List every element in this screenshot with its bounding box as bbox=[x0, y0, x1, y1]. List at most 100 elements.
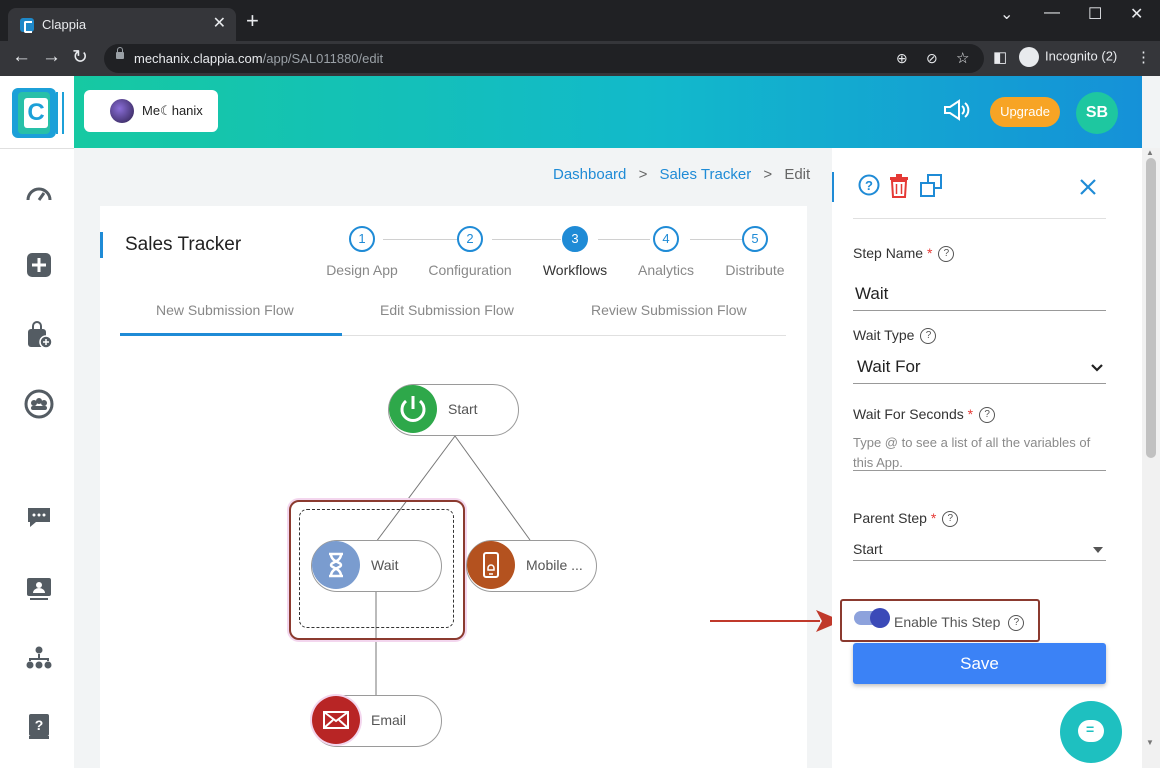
wait-type-select[interactable]: Wait For bbox=[853, 354, 1106, 382]
group-icon[interactable] bbox=[24, 389, 54, 419]
panel-header-divider bbox=[853, 218, 1106, 219]
incognito-indicator[interactable]: Incognito (2) bbox=[1019, 47, 1117, 67]
speedometer-icon[interactable] bbox=[24, 180, 54, 210]
step-properties-panel: ? Step Name *? Wait Type? Wait For Wait … bbox=[832, 148, 1142, 768]
help-circle-icon[interactable]: ? bbox=[858, 174, 880, 202]
lock-icon bbox=[116, 47, 124, 59]
help-icon[interactable]: ? bbox=[938, 246, 955, 263]
flow-node-start[interactable]: Start bbox=[388, 384, 519, 436]
url-text: mechanix.clappia.com/app/SAL011880/edit bbox=[134, 51, 384, 66]
new-tab-button[interactable]: + bbox=[246, 8, 259, 34]
reload-icon[interactable]: ↻ bbox=[72, 46, 88, 69]
address-bar[interactable]: mechanix.clappia.com/app/SAL011880/edit … bbox=[104, 44, 984, 73]
close-icon[interactable] bbox=[1079, 176, 1097, 202]
wait-seconds-input[interactable]: Type @ to see a list of all the variable… bbox=[853, 433, 1106, 473]
window-close-button[interactable]: ✕ bbox=[1130, 4, 1143, 24]
input-underline bbox=[853, 310, 1106, 311]
browser-menu-icon[interactable]: ⋮ bbox=[1136, 48, 1151, 66]
svg-text:?: ? bbox=[865, 178, 873, 193]
parent-step-select[interactable]: Start bbox=[853, 539, 1106, 561]
user-avatar[interactable]: SB bbox=[1076, 92, 1118, 134]
star-icon[interactable]: ☆ bbox=[956, 49, 969, 67]
back-arrow-icon[interactable]: ← bbox=[12, 46, 31, 68]
tab-close-icon[interactable]: ✕ bbox=[213, 13, 226, 33]
id-card-icon[interactable] bbox=[24, 573, 54, 603]
select-underline bbox=[853, 560, 1106, 561]
help-icon[interactable]: ? bbox=[979, 407, 996, 424]
incognito-icon bbox=[1019, 47, 1039, 67]
org-chart-icon[interactable] bbox=[24, 643, 54, 673]
shopping-bag-add-icon[interactable] bbox=[24, 320, 54, 350]
sidebar-divider bbox=[0, 148, 74, 149]
eye-off-icon[interactable]: ⊘ bbox=[926, 50, 938, 67]
enable-step-label: Enable This Step? bbox=[894, 614, 1025, 632]
chat-bubble-icon bbox=[1078, 720, 1104, 742]
announcements-megaphone-icon[interactable] bbox=[942, 98, 970, 128]
tab-search-icon[interactable]: ⌄ bbox=[1000, 4, 1013, 24]
breadcrumb-edit: Edit bbox=[784, 166, 811, 183]
help-icon[interactable]: ? bbox=[942, 511, 959, 528]
flow-node-wait[interactable]: Wait bbox=[311, 540, 442, 592]
chevron-down-icon bbox=[1091, 364, 1103, 372]
browser-tab[interactable]: Clappia ✕ bbox=[8, 8, 236, 41]
minimize-button[interactable]: — bbox=[1044, 4, 1060, 22]
step-name-input[interactable] bbox=[853, 280, 1110, 308]
toggle-knob bbox=[870, 608, 890, 628]
select-underline bbox=[853, 383, 1106, 384]
app-header: Me☾hanix Upgrade SB bbox=[74, 76, 1142, 148]
side-panel-icon[interactable]: ◧ bbox=[993, 48, 1007, 66]
app-sidebar: C ? bbox=[0, 76, 74, 768]
panel-accent-bar bbox=[832, 172, 834, 202]
svg-text:?: ? bbox=[35, 717, 44, 733]
workspace-name: Me☾hanix bbox=[142, 103, 203, 118]
maximize-button[interactable]: ☐ bbox=[1088, 4, 1102, 24]
wait-type-value: Wait For bbox=[857, 357, 921, 376]
forward-arrow-icon[interactable]: → bbox=[42, 46, 61, 68]
node-label: Wait bbox=[371, 557, 399, 573]
mobile-notification-icon bbox=[467, 541, 515, 589]
parent-step-value: Start bbox=[853, 541, 883, 557]
help-book-icon[interactable]: ? bbox=[24, 711, 54, 741]
page-scrollbar[interactable]: ▲ ▼ bbox=[1142, 148, 1160, 768]
power-icon bbox=[389, 385, 437, 433]
caret-down-icon bbox=[1093, 547, 1103, 553]
node-label: Mobile ... bbox=[526, 557, 583, 573]
help-icon[interactable]: ? bbox=[1008, 615, 1025, 632]
flow-connectors bbox=[375, 435, 531, 696]
help-icon[interactable]: ? bbox=[920, 328, 937, 345]
plus-square-icon[interactable] bbox=[24, 250, 54, 280]
scroll-up-icon[interactable]: ▲ bbox=[1146, 148, 1154, 157]
trash-icon[interactable] bbox=[888, 174, 910, 204]
enable-step-toggle[interactable] bbox=[854, 608, 890, 628]
breadcrumb-separator: > bbox=[763, 166, 773, 183]
breadcrumb-sales-tracker[interactable]: Sales Tracker bbox=[660, 166, 752, 183]
scroll-down-icon[interactable]: ▼ bbox=[1146, 738, 1154, 747]
chat-widget-button[interactable] bbox=[1060, 701, 1122, 763]
upgrade-button[interactable]: Upgrade bbox=[990, 97, 1060, 127]
annotation-arrow bbox=[710, 610, 842, 632]
tab-title: Clappia bbox=[42, 17, 87, 32]
input-underline bbox=[853, 470, 1106, 471]
workflow-editor-card: Sales Tracker 1 Design App 2 Configurati… bbox=[100, 206, 807, 768]
save-button[interactable]: Save bbox=[853, 643, 1106, 684]
copy-icon[interactable] bbox=[919, 174, 943, 204]
wait-seconds-label: Wait For Seconds *? bbox=[853, 406, 996, 424]
step-name-label: Step Name *? bbox=[853, 245, 955, 263]
browser-tab-strip: Clappia ✕ + ⌄ — ☐ ✕ bbox=[0, 0, 1160, 41]
clappia-logo[interactable]: C bbox=[12, 88, 64, 138]
node-label: Email bbox=[371, 712, 407, 728]
workspace-switcher[interactable]: Me☾hanix bbox=[84, 90, 218, 132]
flow-node-email[interactable]: Email bbox=[311, 695, 442, 747]
breadcrumb: Dashboard > Sales Tracker > Edit bbox=[553, 166, 818, 183]
wait-type-label: Wait Type? bbox=[853, 327, 937, 345]
flow-node-mobile[interactable]: Mobile ... bbox=[466, 540, 597, 592]
scrollbar-thumb[interactable] bbox=[1146, 158, 1156, 458]
workspace-logo-icon bbox=[110, 99, 134, 123]
chat-icon[interactable] bbox=[24, 502, 54, 532]
clappia-favicon-icon bbox=[20, 18, 34, 33]
envelope-icon bbox=[312, 696, 360, 744]
parent-step-label: Parent Step *? bbox=[853, 510, 959, 528]
zoom-icon[interactable]: ⊕ bbox=[896, 50, 908, 67]
breadcrumb-dashboard[interactable]: Dashboard bbox=[553, 166, 626, 183]
breadcrumb-separator: > bbox=[638, 166, 648, 183]
